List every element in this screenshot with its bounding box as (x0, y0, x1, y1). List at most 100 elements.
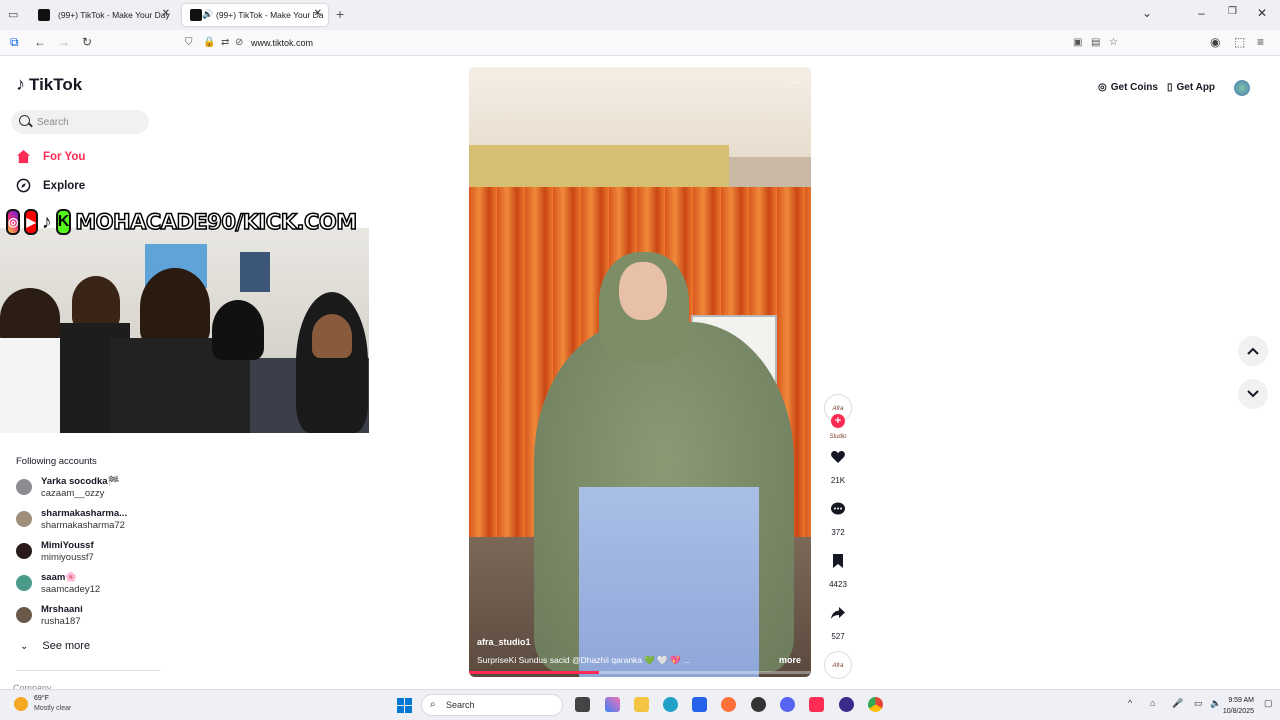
menu-icon[interactable]: ≡ (1257, 35, 1264, 49)
mic-icon[interactable]: 🎤 (1172, 698, 1183, 709)
video-progress-fill (469, 671, 599, 674)
account-avatar (16, 479, 32, 495)
see-more-button[interactable]: ⌄ See more (20, 640, 90, 652)
share-arrow-icon[interactable] (823, 598, 853, 628)
stream-channel-text: MOHACADE90/KICK.COM (75, 209, 358, 235)
webcam-face (312, 314, 352, 358)
app-icon[interactable] (839, 697, 854, 712)
following-account-item[interactable]: MimiYoussf mimiyoussf7 (16, 540, 94, 564)
obs-icon[interactable] (751, 697, 766, 712)
heart-icon[interactable] (823, 442, 853, 472)
reader-view-icon[interactable]: ▣ (1073, 37, 1082, 48)
store-icon[interactable] (692, 697, 707, 712)
back-button[interactable]: ← (34, 35, 46, 49)
taskbar-clock[interactable]: 9:59 AM 10/8/2025 (1223, 695, 1254, 717)
webcam-person (212, 300, 264, 360)
weather-temp: 69°F (34, 695, 49, 702)
pocket-icon[interactable]: ▤ (1091, 37, 1100, 48)
nav-for-you[interactable]: For You (16, 149, 85, 164)
notification-icon[interactable]: ▢ (1264, 698, 1273, 709)
volume-icon[interactable]: 🔈 (1210, 698, 1221, 709)
next-video-button[interactable] (1238, 379, 1268, 409)
account-display-name: Mrshaani (41, 604, 83, 615)
search-input[interactable]: Search (11, 110, 149, 134)
account-display-name: MimiYoussf (41, 540, 94, 551)
share-action[interactable]: 527 (822, 598, 854, 641)
video-author-username[interactable]: afra_studio1 (477, 637, 531, 647)
tiktok-favicon-icon (38, 9, 50, 21)
list-tabs-icon[interactable]: ⌄ (1142, 6, 1152, 20)
taskbar-search[interactable]: ⌕ Search (421, 694, 563, 716)
display-icon[interactable]: ▭ (1194, 698, 1203, 709)
nav-label: For You (43, 150, 86, 163)
minimize-button[interactable]: – (1198, 6, 1205, 20)
account-username: rusha187 (41, 616, 81, 627)
video-performer-skirt (579, 487, 759, 677)
copilot-icon[interactable] (605, 697, 620, 712)
share-count: 527 (831, 632, 845, 641)
weather-sun-icon (14, 697, 28, 711)
chevron-down-icon (1247, 390, 1259, 398)
close-window-button[interactable]: ✕ (1257, 6, 1267, 20)
video-player[interactable]: ··· afra_studio1 SurpriseKi Sundus sacid… (469, 67, 811, 677)
tiktok-app-icon[interactable] (809, 697, 824, 712)
reload-button[interactable]: ↻ (82, 35, 92, 49)
get-app-button[interactable]: ▯ Get App (1167, 82, 1215, 93)
close-tab-icon[interactable]: ✕ (162, 8, 170, 19)
profile-avatar[interactable] (1234, 80, 1250, 96)
url-bar[interactable]: ⛉ 🔒 ⇄ ⊘ www.tiktok.com ▣ ▤ ☆ (175, 33, 1125, 53)
following-account-item[interactable]: Yarka socodka🏁 cazaam__ozzy (16, 476, 119, 500)
account-username: mimiyoussf7 (41, 552, 94, 563)
firefox-icon[interactable] (721, 697, 736, 712)
music-disc-avatar[interactable]: Afra Studio (824, 651, 852, 697)
chrome-icon[interactable] (868, 697, 883, 712)
edge-icon[interactable] (663, 697, 678, 712)
browser-tab-2-active[interactable]: 🔊 (99+) TikTok - Make Your Da ✕ (182, 4, 328, 26)
shield-icon[interactable]: ⛉ (185, 37, 193, 48)
tiktok-logo[interactable]: ♪ TikTok (16, 74, 82, 95)
tiktok-icon: ♪ (41, 210, 52, 233)
following-accounts-title: Following accounts (16, 456, 97, 467)
task-view-icon[interactable] (575, 697, 590, 712)
browser-tab-1[interactable]: (99+) TikTok - Make Your Day ✕ (30, 4, 176, 26)
account-username: sharmakasharma72 (41, 520, 125, 531)
following-account-item[interactable]: saam🌸 saamcadey12 (16, 572, 100, 596)
tab-title: (99+) TikTok - Make Your Day (58, 10, 170, 20)
following-account-item[interactable]: sharmakasharma... sharmakasharma72 (16, 508, 127, 532)
tray-chevron-icon[interactable]: ^ (1128, 698, 1132, 708)
file-explorer-icon[interactable] (634, 697, 649, 712)
speaker-icon[interactable]: 🔊 (202, 9, 213, 20)
maximize-button[interactable]: ❐ (1228, 6, 1237, 17)
permissions-icon[interactable]: ⇄ (221, 37, 229, 48)
video-progress-bar[interactable] (469, 671, 811, 674)
youtube-icon: ▶ (24, 209, 38, 235)
account-icon[interactable]: ◉ (1210, 35, 1220, 49)
get-coins-button[interactable]: ◎ Get Coins (1098, 82, 1158, 93)
comment-icon[interactable] (823, 494, 853, 524)
previous-video-button[interactable] (1238, 336, 1268, 366)
following-account-item[interactable]: Mrshaani rusha187 (16, 604, 83, 628)
discord-icon[interactable] (780, 697, 795, 712)
forward-button[interactable]: → (58, 35, 70, 49)
caption-more-button[interactable]: more (779, 655, 801, 665)
sidebar-toggle-icon[interactable]: ⧉ (10, 35, 19, 50)
extensions-icon[interactable]: ⬚ (1234, 35, 1245, 49)
more-options-icon[interactable]: ··· (789, 75, 801, 89)
save-action[interactable]: 4423 (822, 546, 854, 589)
bookmark-icon[interactable] (823, 546, 853, 576)
comment-action[interactable]: 372 (822, 494, 854, 537)
close-tab-icon[interactable]: ✕ (314, 8, 322, 19)
new-tab-button[interactable]: + (336, 6, 344, 22)
lock-icon[interactable]: 🔒 (203, 37, 215, 48)
weather-widget[interactable]: 69°F Mostly clear (14, 694, 71, 714)
like-action[interactable]: 21K (822, 442, 854, 485)
clock-time: 9:59 AM (1228, 697, 1254, 704)
tab-list-icon[interactable]: ▭ (8, 8, 18, 21)
bookmark-star-icon[interactable]: ☆ (1109, 37, 1118, 48)
windows-start-icon[interactable] (397, 698, 412, 713)
nav-explore[interactable]: Explore (16, 178, 85, 193)
autoplay-blocked-icon[interactable]: ⊘ (235, 37, 243, 48)
follow-plus-button[interactable]: + (831, 414, 845, 428)
kick-icon: K (55, 209, 72, 235)
network-icon[interactable]: ⌂ (1150, 698, 1155, 708)
